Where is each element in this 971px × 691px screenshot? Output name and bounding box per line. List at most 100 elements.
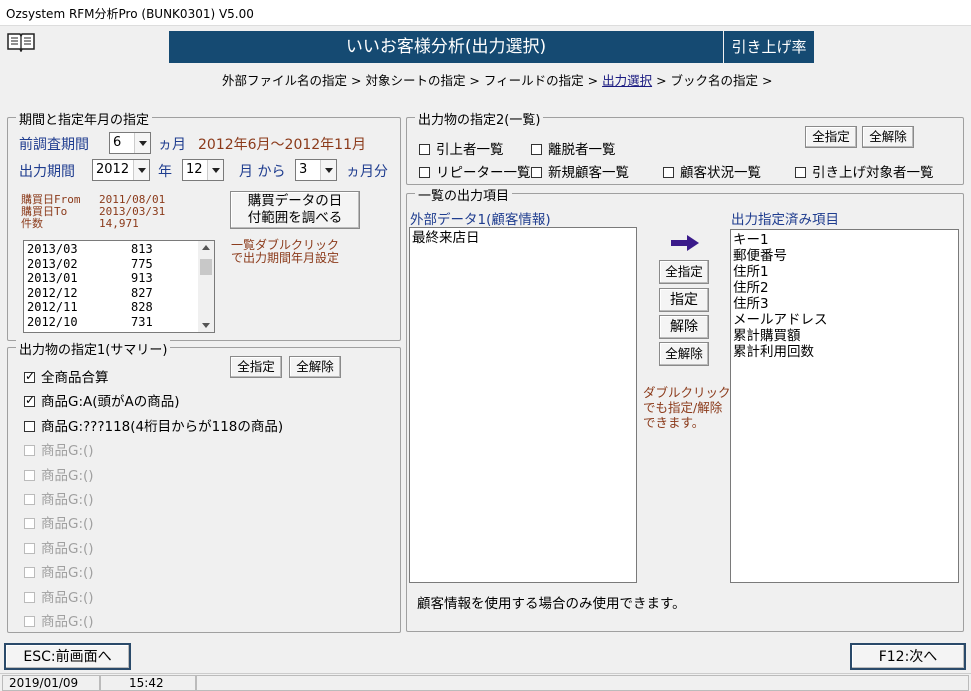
page-title: いいお客様分析(出力選択) bbox=[169, 31, 723, 63]
output-count-select[interactable]: 3 bbox=[295, 159, 337, 181]
columns-group-title: 一覧の出力項目 bbox=[415, 185, 513, 204]
checkbox-icon bbox=[24, 469, 35, 481]
survey-unit-label: ヵ月 bbox=[158, 137, 186, 153]
summary-checkbox[interactable]: 商品G:A(頭がAの商品) bbox=[24, 390, 180, 410]
period-list-hint: 一覧ダブルクリックで出力期間年月設定 bbox=[231, 238, 340, 265]
summary-checkbox[interactable]: 商品G:???118(4桁目からが118の商品) bbox=[24, 415, 283, 435]
checkbox-icon bbox=[24, 518, 35, 530]
field-list-item[interactable]: 郵便番号 bbox=[733, 248, 956, 264]
window-titlebar: Ozsystem RFM分析Pro (BUNK0301) V5.00 bbox=[0, 0, 971, 26]
columns-hint: ダブルクリックでも指定/解除できます。 bbox=[643, 385, 731, 430]
summary-group: 出力物の指定1(サマリー) 全指定 全解除 全商品合算商品G:A(頭がAの商品)… bbox=[7, 339, 401, 633]
checkbox-icon bbox=[24, 420, 35, 432]
output-month-select[interactable]: 12 bbox=[182, 159, 224, 181]
summary-checkbox[interactable]: 全商品合算 bbox=[24, 366, 109, 386]
check-date-range-button[interactable]: 購買データの日 付範囲を調べる bbox=[230, 191, 360, 229]
listing-select-all-button[interactable]: 全指定 bbox=[805, 126, 857, 148]
summary-select-all-button[interactable]: 全指定 bbox=[230, 356, 282, 378]
summary-checkbox: 商品G:() bbox=[24, 512, 94, 532]
period-list-row[interactable]: 2013/01 913 bbox=[27, 271, 211, 286]
period-list-row[interactable]: 2013/02 775 bbox=[27, 257, 211, 272]
breadcrumb-step-book[interactable]: > ブック名の指定 > bbox=[656, 73, 772, 88]
window-title: Ozsystem RFM分析Pro (BUNK0301) V5.00 bbox=[6, 7, 254, 21]
checkbox-icon bbox=[419, 144, 430, 155]
summary-checkbox: 商品G:() bbox=[24, 464, 94, 484]
checkbox-icon bbox=[531, 144, 542, 155]
period-list-row[interactable]: 2012/12 827 bbox=[27, 286, 211, 301]
listing-group-title: 出力物の指定2(一覧) bbox=[415, 109, 544, 128]
listing-checkbox[interactable]: 引上者一覧 bbox=[419, 138, 504, 158]
checkbox-icon bbox=[531, 167, 542, 178]
chevron-down-icon bbox=[320, 160, 336, 180]
checkbox-icon bbox=[24, 567, 35, 579]
field-list-item[interactable]: 累計購買額 bbox=[733, 328, 956, 344]
book-icon[interactable] bbox=[6, 30, 36, 53]
listing-clear-all-button[interactable]: 全解除 bbox=[862, 126, 914, 148]
source-list-title: 外部データ1(顧客情報) bbox=[410, 212, 551, 228]
summary-checkbox: 商品G:() bbox=[24, 561, 94, 581]
checkbox-icon bbox=[24, 494, 35, 505]
columns-group: 一覧の出力項目 外部データ1(顧客情報) 最終来店日 出力指定済み項目 キー1 郵… bbox=[406, 185, 964, 632]
breadcrumb-step-sheet[interactable]: 対象シートの指定 > bbox=[365, 73, 479, 88]
period-group-title: 期間と指定年月の指定 bbox=[16, 109, 153, 128]
summary-checkbox: 商品G:() bbox=[24, 610, 94, 630]
survey-period-select[interactable]: 6 bbox=[109, 132, 151, 154]
survey-range-text: 2012年6月～2012年11月 bbox=[198, 137, 366, 153]
breadcrumb-step-field[interactable]: フィールドの指定 > bbox=[484, 73, 598, 88]
period-list-row[interactable]: 2013/03 813 bbox=[27, 242, 211, 257]
listing-checkbox[interactable]: 顧客状況一覧 bbox=[663, 161, 761, 181]
breadcrumb-step-file[interactable]: 外部ファイル名の指定 > bbox=[222, 73, 361, 88]
field-list-item[interactable]: メールアドレス bbox=[733, 312, 956, 328]
listing-checkbox[interactable]: 引き上げ対象者一覧 bbox=[795, 161, 934, 181]
purchase-date-info: 購買日From 2011/08/01 購買日To 2013/03/31 件数 14,9… bbox=[21, 193, 166, 230]
columns-remove-button[interactable]: 解除 bbox=[659, 315, 709, 339]
field-list-item[interactable]: 最終来店日 bbox=[412, 230, 634, 246]
checkbox-icon bbox=[419, 167, 430, 178]
field-list-item[interactable]: キー1 bbox=[733, 232, 956, 248]
checkbox-icon bbox=[24, 616, 35, 627]
status-time: 15:42 bbox=[100, 675, 196, 691]
output-year-select[interactable]: 2012 bbox=[92, 159, 150, 181]
listing-checkbox[interactable]: リピーター一覧 bbox=[419, 161, 531, 181]
field-list-item[interactable]: 住所1 bbox=[733, 264, 956, 280]
lift-rate-label[interactable]: 引き上げ率 bbox=[724, 31, 814, 63]
listing-checkbox[interactable]: 離脱者一覧 bbox=[531, 138, 616, 158]
columns-remove-all-button[interactable]: 全解除 bbox=[659, 342, 709, 366]
columns-select-button[interactable]: 指定 bbox=[659, 288, 709, 312]
status-date: 2019/01/09 bbox=[2, 675, 100, 691]
chevron-down-icon bbox=[133, 160, 149, 180]
status-bar: 2019/01/09 15:42 bbox=[0, 673, 971, 691]
next-button[interactable]: F12:次へ bbox=[850, 643, 966, 670]
summary-checkbox: 商品G:() bbox=[24, 537, 94, 557]
listing-checkbox[interactable]: 新規顧客一覧 bbox=[531, 161, 629, 181]
year-unit-label: 年 bbox=[158, 164, 172, 180]
field-list-item[interactable]: 住所3 bbox=[733, 296, 956, 312]
period-list-row[interactable]: 2012/11 828 bbox=[27, 300, 211, 315]
columns-select-all-button[interactable]: 全指定 bbox=[659, 260, 709, 284]
selected-field-list[interactable]: キー1 郵便番号 住所1 住所2 住所3 メールアドレス 累計購買額 累計利用回数 bbox=[730, 229, 959, 583]
month-from-label: 月 から bbox=[239, 164, 286, 180]
field-list-item[interactable]: 累計利用回数 bbox=[733, 344, 956, 360]
breadcrumb-step-output[interactable]: 出力選択 bbox=[602, 73, 652, 88]
survey-period-label: 前調査期間 bbox=[19, 137, 89, 153]
right-arrow-icon bbox=[669, 234, 701, 252]
summary-clear-all-button[interactable]: 全解除 bbox=[289, 356, 341, 378]
period-list[interactable]: 2013/03 813 2013/02 775 2013/01 913 2012/12 827… bbox=[23, 240, 215, 333]
listing-group: 出力物の指定2(一覧) 全指定 全解除 引上者一覧 離脱者一覧 リピーター一覧 新規顧… bbox=[406, 109, 964, 185]
count-unit-label: ヵ月分 bbox=[346, 164, 388, 180]
summary-group-title: 出力物の指定1(サマリー) bbox=[16, 339, 171, 358]
period-list-row[interactable]: 2012/10 731 bbox=[27, 315, 211, 330]
field-list-item[interactable]: 住所2 bbox=[733, 280, 956, 296]
checkbox-icon bbox=[24, 393, 35, 408]
back-button[interactable]: ESC:前画面へ bbox=[4, 643, 131, 670]
checkbox-icon bbox=[24, 445, 35, 457]
source-field-list[interactable]: 最終来店日 bbox=[409, 227, 637, 583]
scrollbar[interactable] bbox=[198, 241, 214, 332]
checkbox-icon bbox=[24, 542, 35, 554]
checkbox-icon bbox=[24, 369, 35, 383]
checkbox-icon bbox=[24, 591, 35, 603]
summary-checkbox: 商品G:() bbox=[24, 586, 94, 606]
chevron-down-icon bbox=[207, 160, 223, 180]
summary-checkbox: 商品G:() bbox=[24, 439, 94, 459]
breadcrumb: 外部ファイル名の指定 > 対象シートの指定 > フィールドの指定 > 出力選択 … bbox=[222, 70, 772, 89]
